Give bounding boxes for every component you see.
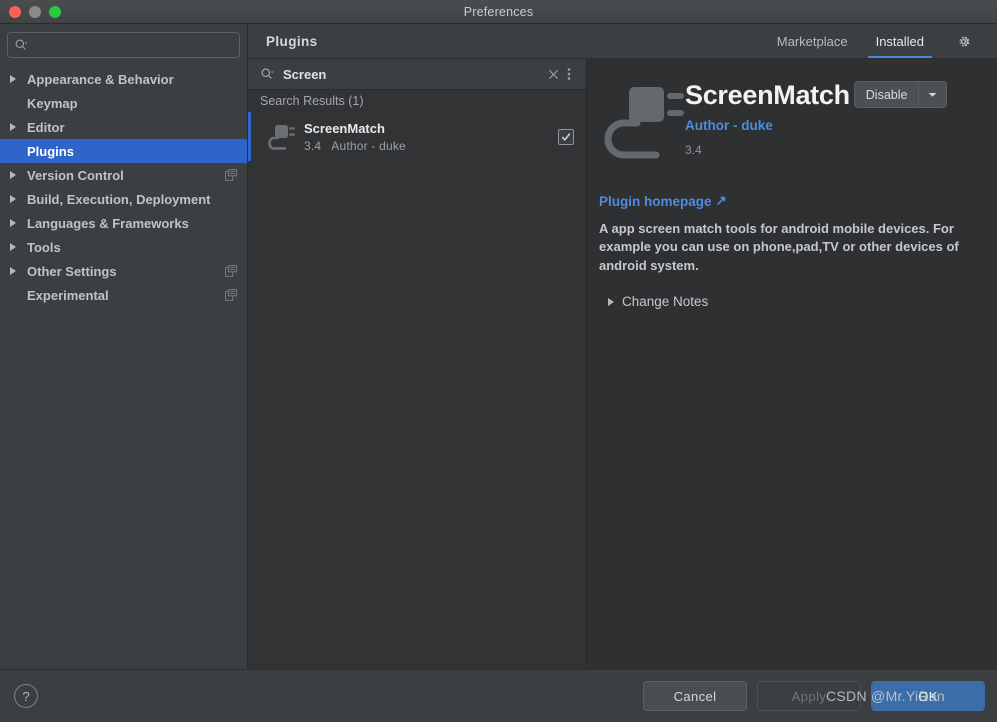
preferences-window: Preferences Appearance & Behavior Keymap… <box>0 0 997 722</box>
plugin-detail-pane: ScreenMatch Disable Author - duke 3.4 Pl… <box>587 59 997 669</box>
kebab-menu-icon <box>567 68 571 80</box>
plugin-list-item-screenmatch[interactable]: ScreenMatch 3.4 Author - duke <box>248 112 586 161</box>
external-link-icon: ↗ <box>715 193 727 208</box>
sidebar-item-label: Tools <box>27 239 61 255</box>
settings-sidebar: Appearance & Behavior Keymap Editor Plug… <box>0 24 248 669</box>
tab-installed[interactable]: Installed <box>862 24 938 58</box>
project-settings-icon <box>225 265 237 277</box>
plugin-description: A app screen match tools for android mob… <box>599 221 959 273</box>
sidebar-item-label: Editor <box>27 119 65 135</box>
plugin-item-text: ScreenMatch 3.4 Author - duke <box>304 121 406 153</box>
sidebar-item-appearance-behavior[interactable]: Appearance & Behavior <box>0 67 247 91</box>
tab-label: Marketplace <box>776 33 848 49</box>
plugin-version: 3.4 <box>685 143 702 158</box>
sidebar-item-version-control[interactable]: Version Control <box>0 163 247 187</box>
change-notes-toggle[interactable]: Change Notes <box>599 294 979 309</box>
ok-button[interactable]: OK <box>871 681 985 711</box>
title-bar: Preferences <box>0 0 997 24</box>
sidebar-search-wrapper <box>0 32 247 67</box>
search-icon <box>261 68 274 79</box>
page-title: Plugins <box>266 33 318 49</box>
dialog-body: Appearance & Behavior Keymap Editor Plug… <box>0 24 997 669</box>
sidebar-item-label: Keymap <box>27 95 78 111</box>
tab-label: Installed <box>875 33 924 49</box>
gear-icon <box>959 36 970 46</box>
plugins-panel: Plugins Marketplace Installed Screen Sea… <box>248 24 997 669</box>
sidebar-item-editor[interactable]: Editor <box>0 115 247 139</box>
expand-arrow-icon[interactable] <box>10 195 21 203</box>
expand-arrow-icon[interactable] <box>10 267 21 275</box>
plugin-detail-info: ScreenMatch Disable Author - duke 3.4 <box>685 77 979 157</box>
clear-search-button[interactable] <box>544 65 562 83</box>
disable-plugin-button[interactable]: Disable <box>855 82 919 107</box>
sidebar-item-plugins[interactable]: Plugins <box>0 139 247 163</box>
plugin-enabled-checkbox[interactable] <box>558 128 574 145</box>
sidebar-search-input[interactable] <box>7 32 240 58</box>
plugins-tab-bar: Marketplace Installed <box>763 24 983 58</box>
plugin-title: ScreenMatch <box>685 81 850 110</box>
sidebar-item-keymap[interactable]: Keymap <box>0 91 247 115</box>
plugin-item-meta: 3.4 Author - duke <box>304 139 406 153</box>
footer-button-group: Cancel Apply OK <box>643 681 985 711</box>
plugin-title-row: ScreenMatch Disable <box>685 81 979 109</box>
sidebar-item-list: Appearance & Behavior Keymap Editor Plug… <box>0 67 247 669</box>
minimize-window-button[interactable] <box>29 5 41 18</box>
sidebar-item-label: Build, Execution, Deployment <box>27 191 211 207</box>
dialog-footer: ? Cancel Apply OK <box>0 669 997 722</box>
window-title: Preferences <box>463 4 534 19</box>
plugin-search-row[interactable]: Screen <box>248 59 586 90</box>
tab-marketplace[interactable]: Marketplace <box>763 24 862 58</box>
plugin-search-input[interactable]: Screen <box>283 67 544 82</box>
change-notes-label: Change Notes <box>622 294 709 310</box>
help-button[interactable]: ? <box>14 684 38 708</box>
sidebar-item-label: Languages & Frameworks <box>27 215 189 231</box>
plugin-icon-large <box>604 87 684 159</box>
expand-arrow-icon[interactable] <box>10 123 21 131</box>
close-icon <box>548 69 558 79</box>
sidebar-item-label: Other Settings <box>27 263 117 279</box>
plugin-settings-button[interactable] <box>938 24 983 58</box>
plugins-header: Plugins Marketplace Installed <box>248 24 997 59</box>
expand-arrow-icon[interactable] <box>10 219 21 227</box>
cancel-button[interactable]: Cancel <box>643 681 747 711</box>
sidebar-item-label: Version Control <box>27 167 124 183</box>
expand-arrow-icon <box>608 297 614 306</box>
search-options-button[interactable] <box>562 65 576 83</box>
plugin-homepage-label: Plugin homepage <box>599 193 712 209</box>
plugin-action-group: Disable <box>853 81 948 108</box>
chevron-down-icon <box>928 92 937 97</box>
plugin-list-pane: Screen Search Results (1) ScreenMatch 3.… <box>248 59 587 669</box>
plugin-item-author: Author - duke <box>331 138 406 153</box>
plugins-panes: Screen Search Results (1) ScreenMatch 3.… <box>248 59 997 669</box>
sidebar-item-tools[interactable]: Tools <box>0 235 247 259</box>
close-window-button[interactable] <box>9 5 21 18</box>
project-settings-icon <box>225 289 237 301</box>
zoom-window-button[interactable] <box>49 5 61 18</box>
expand-arrow-icon[interactable] <box>10 243 21 251</box>
sidebar-item-label: Appearance & Behavior <box>27 71 174 87</box>
window-controls <box>0 5 61 18</box>
plugin-item-version: 3.4 <box>304 138 322 153</box>
sidebar-item-build-execution-deployment[interactable]: Build, Execution, Deployment <box>0 187 247 211</box>
sidebar-item-label: Experimental <box>27 287 109 303</box>
sidebar-item-label: Plugins <box>27 143 74 159</box>
sidebar-item-experimental[interactable]: Experimental <box>0 283 247 307</box>
expand-arrow-icon[interactable] <box>10 171 21 179</box>
search-results-header: Search Results (1) <box>248 90 586 112</box>
sidebar-item-other-settings[interactable]: Other Settings <box>0 259 247 283</box>
plugin-detail-header: ScreenMatch Disable Author - duke 3.4 <box>599 77 979 165</box>
apply-button[interactable]: Apply <box>757 681 861 711</box>
plugin-action-dropdown-button[interactable] <box>918 82 946 107</box>
project-settings-icon <box>225 169 237 181</box>
plugin-icon <box>268 124 295 150</box>
checkmark-icon <box>561 132 571 141</box>
plugin-homepage-link[interactable]: Plugin homepage ↗ <box>599 193 979 209</box>
plugin-item-name: ScreenMatch <box>304 120 385 136</box>
sidebar-item-languages-frameworks[interactable]: Languages & Frameworks <box>0 211 247 235</box>
search-icon <box>15 39 28 50</box>
plugin-author-link[interactable]: Author - duke <box>685 118 773 133</box>
expand-arrow-icon[interactable] <box>10 75 21 83</box>
